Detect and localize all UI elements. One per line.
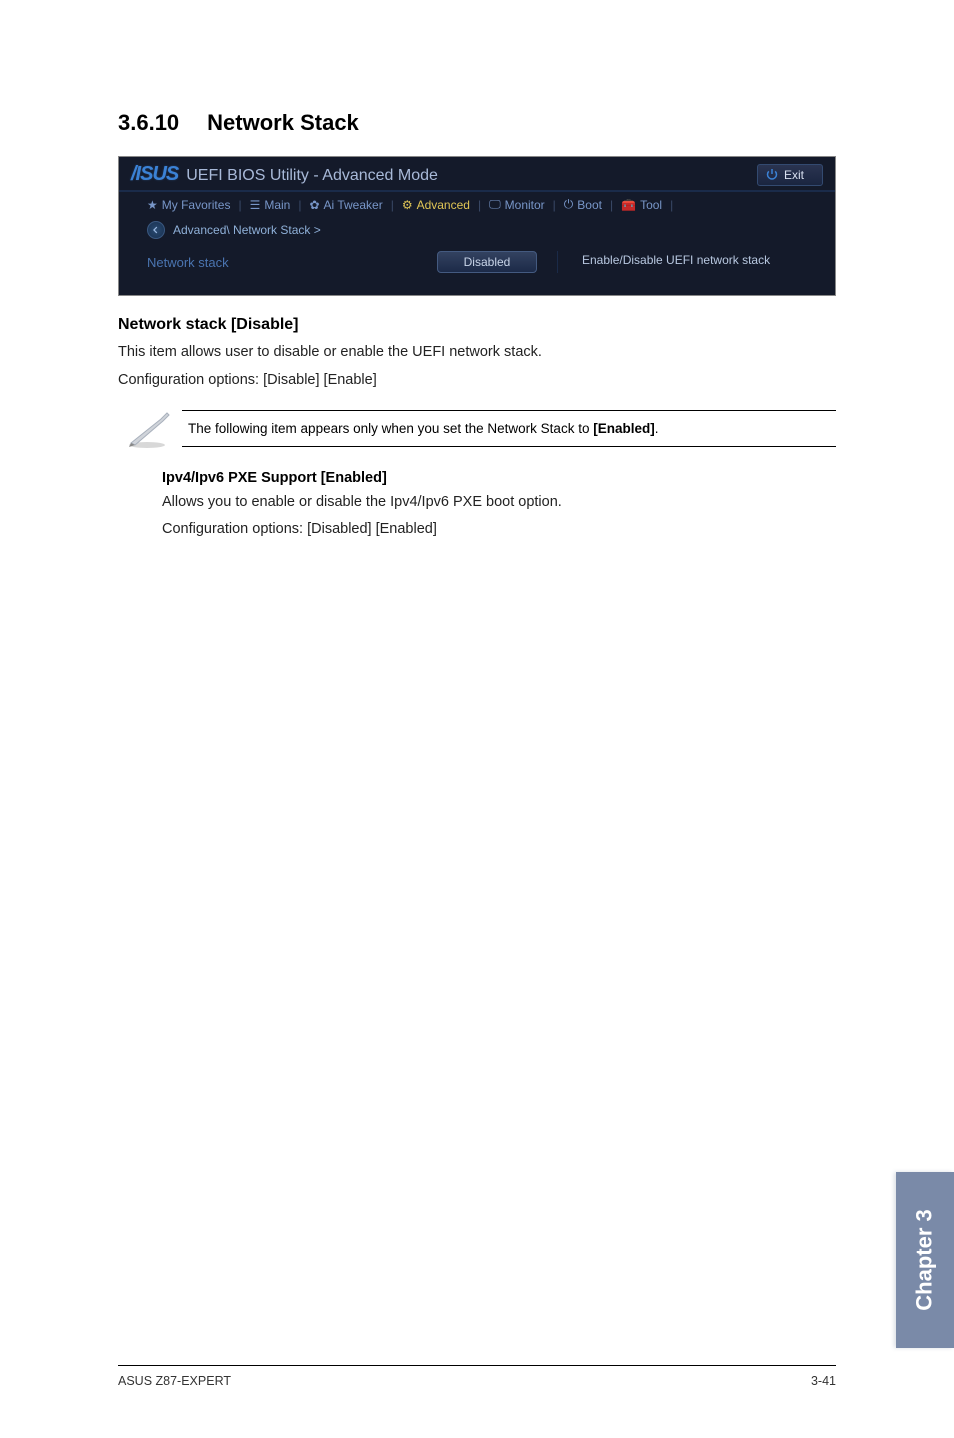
back-icon[interactable] [147, 221, 165, 239]
bios-screenshot: /ISUS UEFI BIOS Utility - Advanced Mode … [118, 156, 836, 296]
section-name: Network Stack [207, 110, 359, 135]
sub-setting-heading: Ipv4/Ipv6 PXE Support [Enabled] [162, 470, 836, 486]
setting-value[interactable]: Disabled [437, 251, 538, 273]
note-text: The following item appears only when you… [182, 410, 836, 447]
star-icon: ★ [147, 198, 158, 212]
tab-monitor[interactable]: 🖵 Monitor [489, 197, 545, 212]
advanced-icon: ⚙ [402, 198, 413, 212]
sub-setting-config-options: Configuration options: [Disabled] [Enabl… [162, 519, 836, 541]
footer-page-number: 3-41 [811, 1374, 836, 1388]
section-title: 3.6.10 Network Stack [118, 110, 836, 136]
setting-description: This item allows user to disable or enab… [118, 342, 836, 364]
tool-icon: 🧰 [621, 198, 636, 212]
sub-setting: Ipv4/Ipv6 PXE Support [Enabled] Allows y… [162, 470, 836, 542]
bios-logo-area: /ISUS UEFI BIOS Utility - Advanced Mode [131, 163, 438, 186]
note-icon [118, 406, 178, 452]
setting-heading: Network stack [Disable] [118, 316, 836, 334]
bios-breadcrumb: Advanced\ Network Stack > [119, 217, 835, 247]
chapter-label: Chapter 3 [912, 1209, 938, 1310]
note-text-prefix: The following item appears only when you… [188, 421, 593, 436]
boot-icon: ⏻ [564, 197, 574, 212]
tab-tweaker[interactable]: ✿ Ai Tweaker [309, 198, 382, 212]
asus-logo: /ISUS [131, 163, 178, 186]
exit-label: Exit [784, 168, 804, 182]
footer-model: ASUS Z87-EXPERT [118, 1374, 231, 1388]
bios-header: /ISUS UEFI BIOS Utility - Advanced Mode … [119, 157, 835, 192]
page-footer: ASUS Z87-EXPERT 3-41 [118, 1365, 836, 1388]
note-text-suffix: . [655, 421, 659, 436]
sub-setting-description: Allows you to enable or disable the Ipv4… [162, 492, 836, 514]
power-icon [766, 167, 778, 183]
tab-separator: | [298, 198, 301, 212]
tab-separator: | [610, 198, 613, 212]
tab-advanced[interactable]: ⚙ Advanced [402, 198, 470, 212]
breadcrumb-text: Advanced\ Network Stack > [173, 223, 321, 237]
note-text-bold: [Enabled] [593, 421, 655, 436]
setting-name[interactable]: Network stack [147, 251, 417, 273]
chapter-tab: Chapter 3 [896, 1172, 954, 1348]
bios-tabs: ★ My Favorites | ☰ Main | ✿ Ai Tweaker |… [119, 192, 835, 217]
setting-value-cell: Disabled [417, 251, 557, 273]
section-number: 3.6.10 [118, 110, 179, 136]
tab-favorites[interactable]: ★ My Favorites [147, 198, 230, 212]
tab-separator: | [553, 198, 556, 212]
tab-separator: | [478, 198, 481, 212]
exit-button[interactable]: Exit [757, 164, 823, 186]
setting-help: Enable/Disable UEFI network stack [557, 251, 817, 273]
tab-tool[interactable]: 🧰 Tool [621, 198, 662, 212]
tab-separator: | [238, 198, 241, 212]
bios-body: Network stack Disabled Enable/Disable UE… [119, 247, 835, 295]
tab-main[interactable]: ☰ Main [250, 198, 291, 212]
tweaker-icon: ✿ [309, 198, 319, 212]
list-icon: ☰ [250, 198, 261, 212]
note-box: The following item appears only when you… [118, 406, 836, 452]
tab-separator: | [670, 198, 673, 212]
bios-utility-title: UEFI BIOS Utility - Advanced Mode [186, 167, 438, 185]
monitor-icon: 🖵 [489, 197, 501, 212]
tab-boot[interactable]: ⏻ Boot [564, 197, 602, 212]
setting-config-options: Configuration options: [Disable] [Enable… [118, 370, 836, 392]
tab-separator: | [391, 198, 394, 212]
